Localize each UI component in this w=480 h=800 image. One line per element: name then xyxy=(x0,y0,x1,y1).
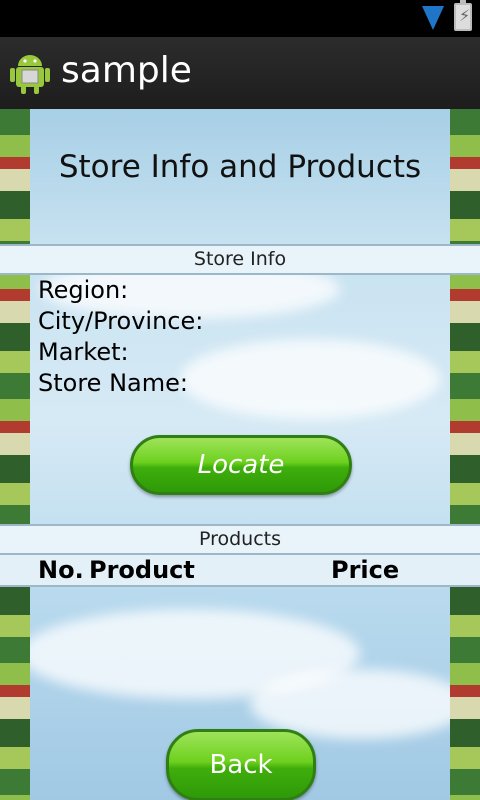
vegetable-border-right xyxy=(450,109,480,800)
content-area: Store Info and Products Store Info Regio… xyxy=(0,109,480,800)
wifi-icon xyxy=(422,6,444,30)
android-icon xyxy=(10,55,50,94)
products-table-header: No. Product Price xyxy=(0,555,480,587)
column-no: No. xyxy=(38,556,84,584)
region-label: Region: xyxy=(38,276,129,304)
city-province-label: City/Province: xyxy=(38,307,204,335)
market-label: Market: xyxy=(38,338,129,366)
battery-icon: ⚡ xyxy=(454,0,472,31)
locate-button[interactable]: Locate xyxy=(130,435,352,495)
vegetable-border-left xyxy=(0,109,30,800)
store-name-label: Store Name: xyxy=(38,369,188,397)
app-title: sample xyxy=(61,50,192,91)
back-button[interactable]: Back xyxy=(166,729,316,800)
status-bar: ⚡ xyxy=(0,0,480,37)
page-title: Store Info and Products xyxy=(58,149,422,185)
store-info-header: Store Info xyxy=(0,244,480,275)
action-bar: sample xyxy=(0,37,480,111)
products-header: Products xyxy=(0,524,480,555)
column-product: Product xyxy=(89,556,195,584)
column-price: Price xyxy=(331,556,400,584)
